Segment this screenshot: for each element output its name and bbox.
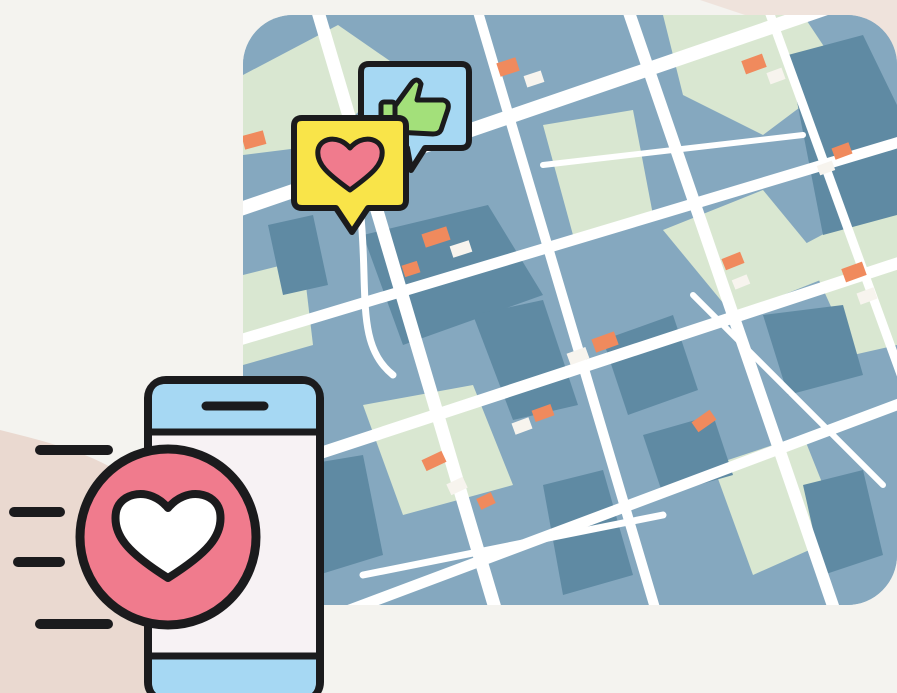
city-map-card — [243, 15, 897, 605]
city-map-icon — [243, 15, 897, 605]
heart-chat-bubble-icon — [291, 115, 409, 235]
smartphone-like-illustration — [9, 376, 324, 693]
heart-badge — [75, 444, 261, 630]
